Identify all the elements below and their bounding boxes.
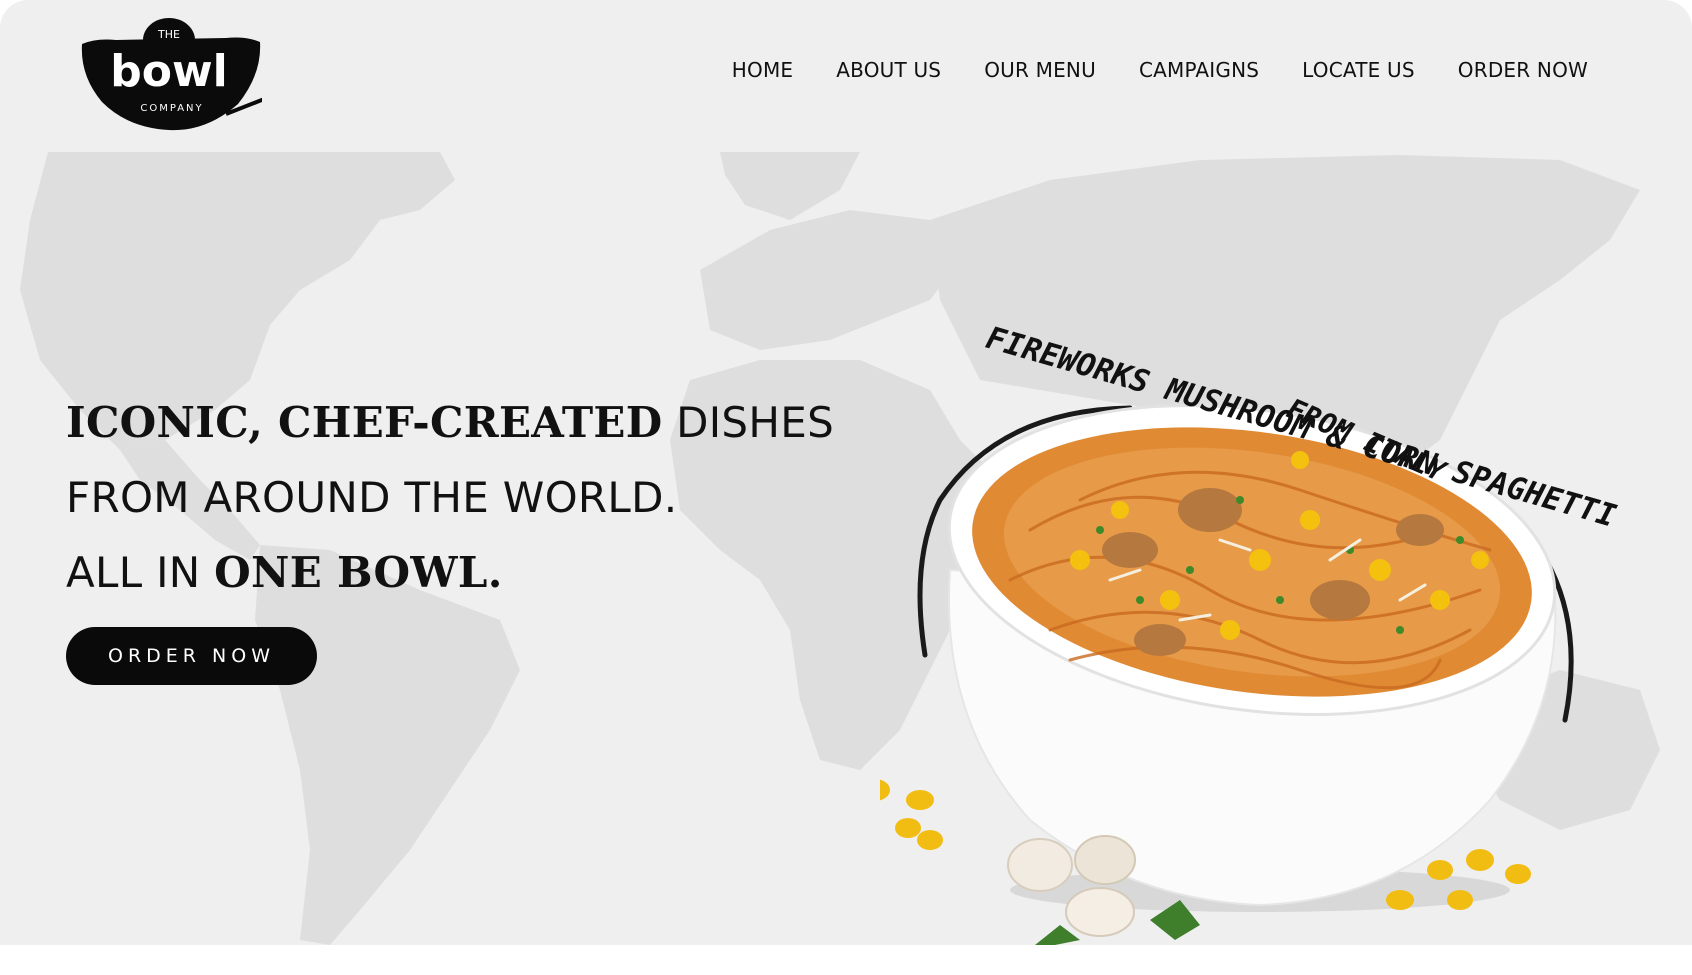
logo-main-text: bowl [110,46,227,97]
hero-line-2: FROM AROUND THE WORLD. [66,473,678,522]
featured-dish: FIREWORKS MUSHROOM & CORN SPAGHETTI FROM… [880,300,1692,945]
hero-line-1-regular: DISHES [662,398,835,447]
nav-about-us[interactable]: ABOUT US [836,58,941,82]
spaghetti-bowl-image [880,404,1574,945]
hero-line-1: ICONIC, CHEF-CREATED DISHES [66,385,834,460]
nav-our-menu[interactable]: OUR MENU [984,58,1096,82]
hero-line-1-bold: ICONIC, CHEF-CREATED [66,398,663,447]
hero-page: THE bowl COMPANY HOME ABOUT US OUR MENU … [0,0,1692,945]
hero-line-3: ALL IN ONE BOWL. [66,535,834,610]
logo-top-text: THE [157,28,180,41]
nav-campaigns[interactable]: CAMPAIGNS [1139,58,1259,82]
order-now-button[interactable]: ORDER NOW [66,627,317,685]
main-nav: HOME ABOUT US OUR MENU CAMPAIGNS LOCATE … [732,58,1588,82]
nav-order-now[interactable]: ORDER NOW [1458,58,1588,82]
nav-home[interactable]: HOME [732,58,793,82]
hero-headline: ICONIC, CHEF-CREATED DISHES FROM AROUND … [66,385,834,610]
hero-line-3-regular: ALL IN [66,548,215,597]
page-bottom-strip [0,945,1692,975]
nav-locate-us[interactable]: LOCATE US [1302,58,1415,82]
brand-logo[interactable]: THE bowl COMPANY [76,14,262,132]
hero-line-3-bold: ONE BOWL. [214,548,503,597]
logo-bottom-text: COMPANY [140,103,203,114]
